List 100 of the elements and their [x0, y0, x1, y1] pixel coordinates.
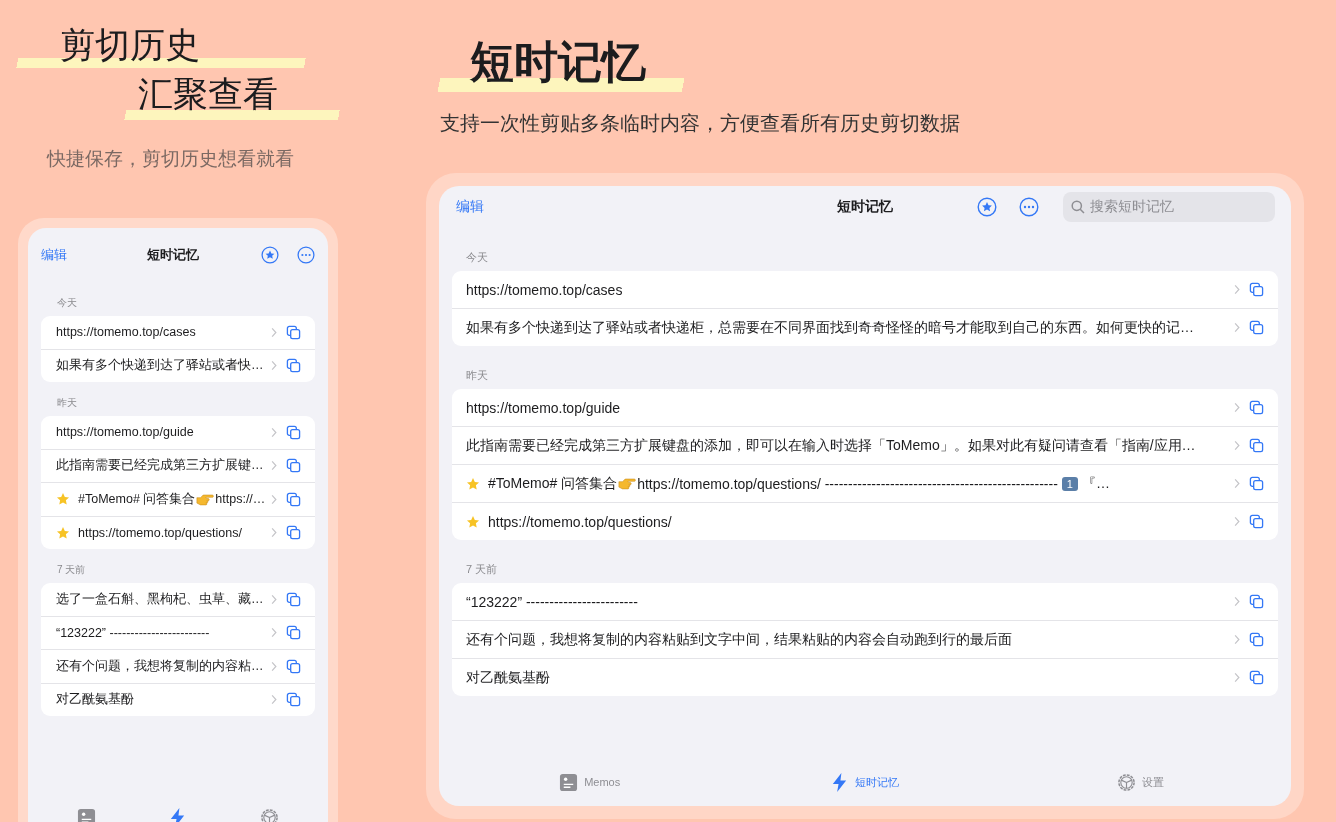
- clip-text: “123222” ------------------------: [56, 625, 210, 640]
- clip-text: https://tomemo.top/questions/: [488, 513, 672, 530]
- copy-icon[interactable]: [286, 525, 301, 541]
- copy-icon[interactable]: [286, 591, 301, 607]
- chevron-icon: [271, 326, 277, 338]
- copy-icon[interactable]: [1249, 476, 1264, 491]
- copy-icon[interactable]: [286, 491, 301, 507]
- clip-row[interactable]: #ToMemo# 问答集合 https://tomemo.top/questions/ -------------------------------------------------- 1 『…: [452, 464, 1278, 502]
- tab-bar-item[interactable]: 短时记忆: [727, 771, 1003, 793]
- clip-text: #ToMemo# 问答集合: [488, 474, 618, 493]
- clip-row[interactable]: 此指南需要已经完成第三方扩展键盘的添加，即可以在输入时选择「ToMemo」。如果对此有疑问请查看「指南/应用…: [452, 426, 1278, 464]
- clip-text: 此指南需要已经完成第三方扩展键…: [56, 457, 264, 475]
- clip-row[interactable]: https://tomemo.top/guide: [452, 389, 1278, 426]
- chevron-icon: [1234, 516, 1240, 527]
- clip-text: 此指南需要已经完成第三方扩展键盘的添加，即可以在输入时选择「ToMemo」。如果对此有疑问请查看「指南/应用…: [466, 436, 1196, 455]
- clip-text: https://tomemo.top/questions/ --------------------------------------------------: [637, 475, 1058, 492]
- copy-icon[interactable]: [1249, 320, 1264, 335]
- clip-row[interactable]: https://tomemo.top/guide: [41, 416, 315, 449]
- clip-text: https://…: [215, 492, 266, 507]
- chevron-icon: [271, 426, 277, 438]
- chevron-icon: [271, 360, 277, 372]
- clip-text: https://tomemo.top/cases: [466, 281, 623, 298]
- search-placeholder: 搜索短时记忆: [1090, 198, 1174, 216]
- clip-row[interactable]: “123222” ------------------------: [452, 583, 1278, 620]
- section-header: 今天: [57, 296, 78, 310]
- section-header: 今天: [466, 250, 489, 265]
- clip-text: 『…: [1081, 474, 1110, 493]
- chevron-icon: [271, 527, 277, 539]
- clip-text: #ToMemo# 问答集合: [78, 490, 196, 508]
- chevron-icon: [271, 593, 277, 605]
- settings-icon[interactable]: [259, 808, 279, 822]
- copy-icon[interactable]: [286, 424, 301, 440]
- copy-icon[interactable]: [1249, 438, 1264, 453]
- subtitle-text: 快捷保存，剪切历史想看就看: [47, 147, 295, 171]
- copy-icon[interactable]: [286, 358, 301, 374]
- clip-row[interactable]: https://tomemo.top/cases: [41, 316, 315, 349]
- pointing-hand-icon: [618, 477, 637, 490]
- copy-icon[interactable]: [1249, 594, 1264, 609]
- feature-subtitle: 支持一次性剪贴多条临时内容，方便查看所有历史剪切数据: [440, 111, 961, 136]
- section-header: 昨天: [57, 396, 78, 410]
- clip-row[interactable]: 如果有多个快递到达了驿站或者快…: [41, 348, 315, 382]
- copy-icon[interactable]: [1249, 632, 1264, 647]
- clip-row[interactable]: 选了一盒石斛、黑枸杞、虫草、藏…: [41, 583, 315, 616]
- clip-text: 还有个问题，我想将复制的内容粘贴到文字中间，结果粘贴的内容会自动跑到行的最后面: [466, 630, 1012, 649]
- copy-icon[interactable]: [286, 658, 301, 674]
- pointing-hand-icon: [196, 492, 215, 506]
- copy-icon[interactable]: [1249, 670, 1264, 685]
- clip-row[interactable]: https://tomemo.top/questions/: [452, 502, 1278, 540]
- chevron-icon: [1234, 440, 1240, 451]
- clip-row[interactable]: 对乙酰氨基酚: [452, 658, 1278, 696]
- clip-row[interactable]: https://tomemo.top/questions/: [41, 515, 315, 549]
- notes-icon[interactable]: [559, 772, 579, 792]
- clip-text: https://tomemo.top/cases: [56, 325, 196, 340]
- clip-text: 对乙酰氨基酚: [466, 668, 550, 687]
- edit-button[interactable]: 编辑: [452, 198, 484, 216]
- clip-row[interactable]: https://tomemo.top/cases: [452, 271, 1278, 308]
- chevron-icon: [1234, 322, 1240, 333]
- number-keycap: 1: [1061, 476, 1078, 491]
- clip-row[interactable]: 还有个问题，我想将复制的内容粘…: [41, 649, 315, 683]
- clip-text: https://tomemo.top/questions/: [78, 525, 242, 540]
- settings-icon[interactable]: [1116, 772, 1136, 792]
- clip-text: https://tomemo.top/guide: [56, 425, 194, 440]
- chevron-icon: [271, 493, 277, 505]
- clip-row[interactable]: 如果有多个快递到达了驿站或者快递柜，总需要在不同界面找到奇奇怪怪的暗号才能取到自己的东西。如何更快的记…: [452, 308, 1278, 346]
- chevron-icon: [1234, 596, 1240, 607]
- clip-row[interactable]: 对乙酰氨基酚: [41, 682, 315, 716]
- copy-icon[interactable]: [1249, 282, 1264, 297]
- screen-title: 短时记忆: [146, 246, 200, 264]
- clip-text: 选了一盒石斛、黑枸杞、虫草、藏…: [56, 590, 264, 608]
- chevron-icon: [271, 460, 277, 472]
- clip-row[interactable]: “123222” ------------------------: [41, 615, 315, 649]
- copy-icon[interactable]: [1249, 400, 1264, 415]
- copy-icon[interactable]: [286, 458, 301, 474]
- chevron-icon: [1234, 672, 1240, 683]
- clip-text: https://tomemo.top/guide: [466, 399, 621, 416]
- more-icon[interactable]: [297, 246, 315, 264]
- chevron-icon: [1234, 402, 1240, 413]
- clip-row[interactable]: #ToMemo# 问答集合 https://…: [41, 482, 315, 516]
- screen-title: 短时记忆: [837, 198, 893, 216]
- section-header: 昨天: [466, 368, 489, 383]
- clip-row[interactable]: 此指南需要已经完成第三方扩展键…: [41, 448, 315, 482]
- copy-icon[interactable]: [286, 625, 301, 641]
- search-icon: [1071, 200, 1085, 214]
- edit-button[interactable]: 编辑: [41, 246, 67, 264]
- chevron-icon: [271, 694, 277, 706]
- clip-text: “123222” ------------------------: [466, 593, 638, 610]
- clip-text: 还有个问题，我想将复制的内容粘…: [56, 657, 264, 675]
- notes-icon[interactable]: [77, 808, 97, 822]
- clip-row[interactable]: 还有个问题，我想将复制的内容粘贴到文字中间，结果粘贴的内容会自动跑到行的最后面: [452, 620, 1278, 658]
- chevron-icon: [1234, 478, 1240, 489]
- section-header: 7 天前: [466, 562, 499, 577]
- clip-text: 如果有多个快递到达了驿站或者快…: [56, 357, 264, 375]
- chevron-icon: [271, 627, 277, 639]
- chevron-icon: [271, 660, 277, 672]
- clip-text: 对乙酰氨基酚: [56, 691, 134, 709]
- copy-icon[interactable]: [1249, 514, 1264, 529]
- copy-icon[interactable]: [286, 692, 301, 708]
- more-icon[interactable]: [1019, 197, 1039, 217]
- chevron-icon: [1234, 284, 1240, 295]
- copy-icon[interactable]: [286, 324, 301, 340]
